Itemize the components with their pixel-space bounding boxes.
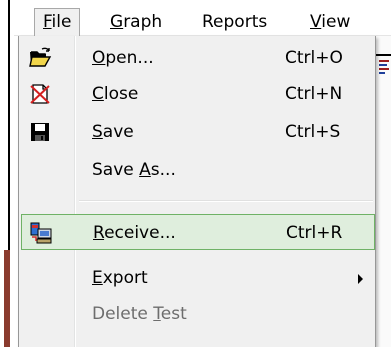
menu-item-export-accel: E <box>92 268 103 288</box>
menu-file-post: ile <box>51 12 72 32</box>
menu-graph[interactable]: Graph <box>102 8 170 36</box>
menu-item-receive[interactable]: Receive... Ctrl+R <box>21 214 375 250</box>
floppy-disk-icon <box>28 120 52 144</box>
menu-reports[interactable]: Reports <box>194 8 275 36</box>
menu-item-shortcut: Ctrl+R <box>286 223 343 243</box>
background-window-border <box>376 54 391 56</box>
file-menu-dropdown: Open... Ctrl+O Close Ctrl+N Save Ctrl+S <box>18 36 376 347</box>
menu-view[interactable]: View <box>302 8 358 36</box>
menu-item-receive-post: eceive... <box>104 223 176 243</box>
menu-bar: File Graph Reports View <box>14 0 391 38</box>
menu-graph-accel: G <box>110 12 124 32</box>
close-document-icon <box>28 82 52 106</box>
menu-item-shortcut: Ctrl+S <box>285 122 341 142</box>
menu-item-shortcut: Ctrl+N <box>285 84 343 104</box>
menu-item-shortcut: Ctrl+O <box>285 48 343 68</box>
menu-item-close-post: lose <box>103 84 139 104</box>
menu-item-export-post: xport <box>102 268 148 288</box>
menu-item-label: Close <box>92 76 138 112</box>
menu-item-label: Delete Test <box>92 296 187 332</box>
menu-view-post: iew <box>321 12 351 32</box>
menu-item-open[interactable]: Open... Ctrl+O <box>21 40 375 76</box>
menu-item-open-accel: O <box>92 48 106 68</box>
menu-item-label: Receive... <box>93 215 176 251</box>
menu-item-delete-test-pre: Delete <box>92 304 154 324</box>
menu-item-receive-accel: R <box>93 223 105 243</box>
menu-item-label: Open... <box>92 40 154 76</box>
menu-item-save-as-accel: A <box>139 160 151 180</box>
menu-item-save-as-post: s... <box>150 160 176 180</box>
submenu-arrow-icon <box>358 274 363 284</box>
menu-item-label: Export <box>92 260 148 296</box>
menu-item-label: Save <box>92 114 134 150</box>
menu-view-accel: V <box>310 12 322 32</box>
menu-item-delete-test-post: est <box>160 304 187 324</box>
menu-item-save[interactable]: Save Ctrl+S <box>21 114 375 150</box>
menu-item-delete-test: Delete Test <box>21 296 375 332</box>
menu-item-open-post: pen... <box>105 48 154 68</box>
menu-graph-post: raph <box>123 12 163 32</box>
menu-item-close[interactable]: Close Ctrl+N <box>21 76 375 112</box>
menu-file[interactable]: File <box>34 8 81 38</box>
menu-item-close-accel: C <box>92 84 104 104</box>
menu-item-save-accel: S <box>92 122 103 142</box>
menu-reports-post: Reports <box>202 12 268 32</box>
menu-item-delete-test-accel: T <box>153 304 161 324</box>
menu-item-export[interactable]: Export <box>21 260 375 296</box>
menu-item-label: Save As... <box>92 152 176 188</box>
menu-item-save-as-pre: Save <box>92 160 140 180</box>
open-folder-icon <box>28 46 52 70</box>
background-window-fragment <box>4 250 10 347</box>
menu-separator <box>79 200 373 202</box>
receive-computer-icon <box>29 221 53 245</box>
menu-item-save-post: ave <box>102 122 134 142</box>
menu-file-accel: F <box>43 12 52 32</box>
background-window-content <box>379 60 389 116</box>
menu-item-save-as[interactable]: Save As... <box>21 152 375 188</box>
